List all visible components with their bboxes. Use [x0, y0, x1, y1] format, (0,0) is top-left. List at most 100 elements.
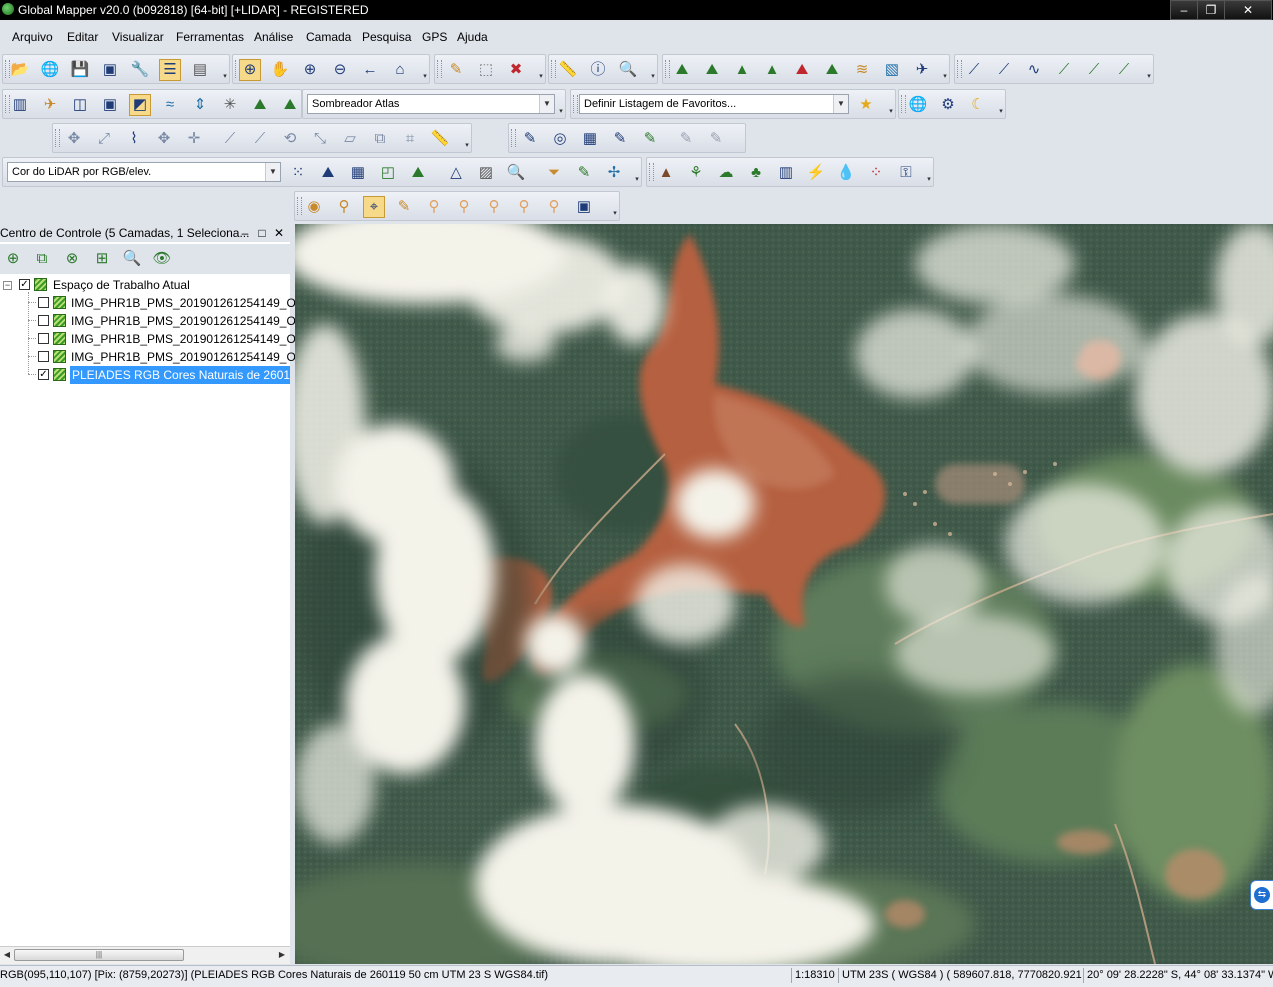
pin-image-icon[interactable]: ▣	[573, 196, 595, 218]
noise-icon[interactable]: ⁘	[865, 162, 887, 184]
minimize-button[interactable]: –	[1170, 0, 1198, 20]
zoom-out-icon[interactable]: ⊖	[329, 59, 351, 81]
favorites-select[interactable]: Definir Listagem de Favoritos... ▼	[579, 94, 849, 114]
panel-minimize-button[interactable]: –	[238, 224, 252, 242]
powerline-icon[interactable]: ⚡	[805, 162, 827, 184]
layer-row[interactable]: IMG_PHR1B_PMS_201901261254149_ORT	[0, 348, 312, 366]
lidar-contour-icon[interactable]: ⛰	[407, 162, 429, 184]
water-level-icon[interactable]: ≈	[159, 94, 181, 116]
satellite-icon[interactable]: ✈	[911, 59, 933, 81]
open-folder-icon[interactable]: 📂	[9, 59, 31, 81]
lidar-ground-icon[interactable]: ⟋	[1053, 59, 1075, 81]
raster-calc-icon[interactable]: ▧	[881, 59, 903, 81]
pin-draw-icon[interactable]: ✎	[393, 196, 415, 218]
tree-icon[interactable]: ♣	[745, 162, 767, 184]
view-shed-icon[interactable]: ▲	[761, 59, 783, 81]
menu-pesquisa[interactable]: Pesquisa	[362, 30, 411, 44]
layer-close-icon[interactable]: ⊗	[61, 248, 83, 270]
lidar-building-icon[interactable]: ▦	[347, 162, 369, 184]
control-center-icon[interactable]: ☰	[159, 59, 181, 81]
line-icon[interactable]: ⟋	[219, 128, 241, 150]
crosshair-icon[interactable]: ⌖	[363, 196, 385, 218]
collapse-icon[interactable]: −	[3, 281, 12, 290]
terrain-profile-icon[interactable]: ⛰	[671, 59, 693, 81]
gear-icon[interactable]: ⚙	[937, 94, 959, 116]
maximize-button[interactable]: ❐	[1197, 0, 1225, 20]
lidar-breakline-icon[interactable]: ⟋	[993, 59, 1015, 81]
lidar-line-icon[interactable]: ⟋	[963, 59, 985, 81]
layer-copy-icon[interactable]: ⧉	[31, 248, 53, 270]
layer-metadata-icon[interactable]: ⊞	[91, 248, 113, 270]
volume-icon[interactable]: ▲	[731, 59, 753, 81]
layer-checkbox[interactable]	[38, 297, 49, 308]
ground-class-icon[interactable]: ▲	[655, 162, 677, 184]
zoom-in-icon[interactable]: ⊕	[299, 59, 321, 81]
menu-ajuda[interactable]: Ajuda	[457, 30, 488, 44]
menu-gps[interactable]: GPS	[422, 30, 447, 44]
crop-icon[interactable]: ⌗	[399, 128, 421, 150]
pin-path-icon[interactable]: ⚲	[483, 196, 505, 218]
layer-checkbox[interactable]	[38, 315, 49, 326]
home-icon[interactable]: ⌂	[389, 59, 411, 81]
menu-editar[interactable]: Editar	[67, 30, 98, 44]
scroll-left-icon[interactable]: ◀	[1, 949, 13, 961]
search-attributes-icon[interactable]: 🔍	[617, 59, 639, 81]
pan-hand-icon[interactable]: ✋	[269, 59, 291, 81]
draw-line-icon[interactable]: ✎	[519, 128, 541, 150]
select-area-icon[interactable]: ⬚	[475, 59, 497, 81]
lidar-points-icon[interactable]: ⁙	[287, 162, 309, 184]
lidar-class-icon[interactable]: ⟋	[1083, 59, 1105, 81]
favorite-star-icon[interactable]: ★	[855, 94, 877, 116]
workspace-root[interactable]: − ✓ Espaço de Trabalho Atual	[0, 276, 290, 294]
triangle-icon[interactable]: △	[445, 162, 467, 184]
scroll-right-icon[interactable]: ▶	[276, 949, 288, 961]
path-profile-icon[interactable]: ⛰	[791, 59, 813, 81]
layer-checkbox[interactable]	[38, 351, 49, 362]
water-icon[interactable]: 💧	[835, 162, 857, 184]
low-veg-icon[interactable]: ⚘	[685, 162, 707, 184]
pin-route-icon[interactable]: ⚲	[543, 196, 565, 218]
building-icon[interactable]: ▥	[775, 162, 797, 184]
scroll-thumb[interactable]: |||	[14, 949, 184, 961]
pan-vertex-icon[interactable]: ✥	[153, 128, 175, 150]
edit-points-icon[interactable]: ✎	[573, 162, 595, 184]
vertical-exag-icon[interactable]: ⇕	[189, 94, 211, 116]
info-icon[interactable]: ⓘ	[587, 59, 609, 81]
config-wrench-icon[interactable]: 🔧	[129, 59, 151, 81]
lidar-curve-icon[interactable]: ∿	[1023, 59, 1045, 81]
menu-analise[interactable]: Análise	[254, 30, 293, 44]
layer-search-icon[interactable]: 🔍	[121, 248, 143, 270]
print-icon[interactable]: ▣	[99, 59, 121, 81]
online-data-globe-icon[interactable]: 🌐	[907, 94, 929, 116]
remote-support-badge[interactable]: ⇆	[1250, 880, 1273, 910]
panel-close-button[interactable]: ✕	[272, 224, 286, 242]
shader-select[interactable]: Sombreador Atlas ▼	[307, 94, 555, 114]
layer-checkbox[interactable]: ✓	[38, 369, 49, 380]
move-vertex-icon[interactable]: ⤢	[93, 128, 115, 150]
layer-zoom-icon[interactable]: ⊕	[2, 248, 24, 270]
add-vertex-icon[interactable]: ✛	[183, 128, 205, 150]
grid-create-icon[interactable]: ▦	[579, 128, 601, 150]
copy-feature-icon[interactable]: ⧉	[369, 128, 391, 150]
moon-icon[interactable]: ☾	[967, 94, 989, 116]
lidar-color-select[interactable]: Cor do LiDAR por RGB/elev. ▼	[7, 162, 281, 182]
layer-visibility-icon[interactable]: 👁	[151, 248, 173, 270]
lidar-surface-icon[interactable]: ◰	[377, 162, 399, 184]
target-icon[interactable]: ◎	[549, 128, 571, 150]
pin-icon[interactable]: ⚲	[333, 196, 355, 218]
lidar-search-icon[interactable]: 🔍	[505, 162, 527, 184]
split-view-icon[interactable]: ◫	[69, 94, 91, 116]
close-window-button[interactable]: ✕	[1224, 0, 1272, 20]
reshape-icon[interactable]: ⌇	[123, 128, 145, 150]
paint-icon[interactable]: ✎	[609, 128, 631, 150]
cut-fill-icon[interactable]: ≋	[851, 59, 873, 81]
back-arrow-icon[interactable]: ←	[359, 59, 381, 81]
elevation-icon[interactable]: ⛰	[279, 94, 301, 116]
hillshade-toggle-icon[interactable]: ◩	[129, 94, 151, 116]
digitizer-pencil-icon[interactable]: ✎	[445, 59, 467, 81]
layer-row-selected[interactable]: ✓ PLEIADES RGB Cores Naturais de 260119 …	[0, 366, 290, 384]
measure-ruler-icon[interactable]: 📏	[557, 59, 579, 81]
hatch-icon[interactable]: ▨	[475, 162, 497, 184]
lidar-terrain-icon[interactable]: ⛰	[317, 162, 339, 184]
pin-measure-icon[interactable]: ⚲	[513, 196, 535, 218]
